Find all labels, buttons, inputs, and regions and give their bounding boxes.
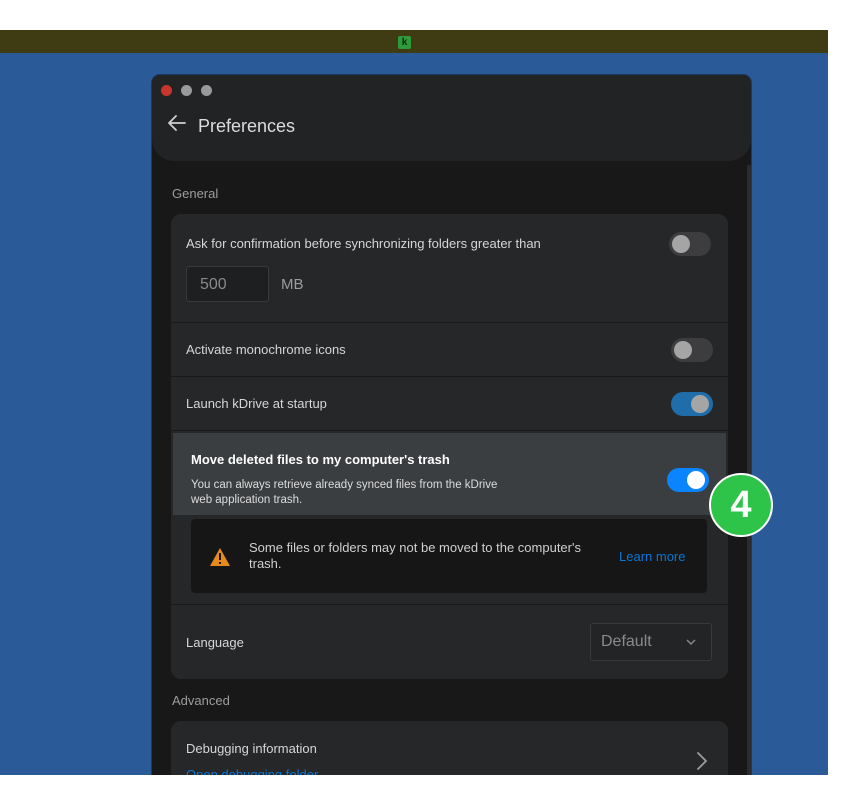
minimize-window-button[interactable] <box>181 85 192 96</box>
menu-bar: k <box>0 30 828 53</box>
chevron-right-icon[interactable] <box>696 751 708 771</box>
trash-warning-text: Some files or folders may not be moved t… <box>249 540 581 571</box>
move-to-trash-description: You can always retrieve already synced f… <box>191 479 498 506</box>
monochrome-icons-label: Activate monochrome icons <box>186 342 346 357</box>
language-select[interactable]: Default <box>590 623 712 661</box>
open-debugging-folder-link[interactable]: Open debugging folder <box>186 767 318 775</box>
folder-size-input[interactable]: 500 <box>186 266 269 302</box>
window-header: Preferences <box>152 75 751 161</box>
close-window-button[interactable] <box>161 85 172 96</box>
advanced-settings-card[interactable]: Debugging information Open debugging fol… <box>171 721 728 775</box>
preferences-window: Preferences General Ask for confirmation… <box>152 75 751 775</box>
divider <box>171 376 728 377</box>
kdrive-app-icon[interactable]: k <box>398 36 411 49</box>
move-to-trash-toggle[interactable] <box>667 468 709 492</box>
learn-more-link[interactable]: Learn more <box>619 549 685 564</box>
size-unit-label: MB <box>281 276 304 293</box>
language-selected-value: Default <box>601 633 652 650</box>
general-settings-card: Ask for confirmation before synchronizin… <box>171 214 728 679</box>
language-label: Language <box>186 635 244 650</box>
trash-warning-box: Some files or folders may not be moved t… <box>191 519 707 593</box>
move-to-trash-title: Move deleted files to my computer's tras… <box>191 452 450 467</box>
page-title: Preferences <box>198 116 296 136</box>
confirm-large-folders-label: Ask for confirmation before synchronizin… <box>186 236 541 251</box>
move-to-trash-row: Move deleted files to my computer's tras… <box>173 433 726 515</box>
divider <box>171 322 728 323</box>
desktop-background: k Preferences General Ask for confirmati… <box>0 30 828 775</box>
scrollbar[interactable] <box>747 165 751 775</box>
section-label-general: General <box>172 186 219 201</box>
arrow-left-icon[interactable] <box>166 112 188 134</box>
confirm-large-folders-toggle[interactable] <box>669 232 711 256</box>
monochrome-icons-toggle[interactable] <box>671 338 713 362</box>
launch-at-startup-label: Launch kDrive at startup <box>186 396 327 411</box>
maximize-window-button[interactable] <box>201 85 212 96</box>
section-label-advanced: Advanced <box>172 693 230 708</box>
launch-at-startup-toggle[interactable] <box>671 392 713 416</box>
debugging-info-title: Debugging information <box>186 741 317 756</box>
warning-icon <box>210 548 230 566</box>
divider <box>171 430 728 431</box>
chevron-down-icon <box>686 639 696 645</box>
divider <box>171 604 728 605</box>
step-number-badge: 4 <box>709 473 773 537</box>
